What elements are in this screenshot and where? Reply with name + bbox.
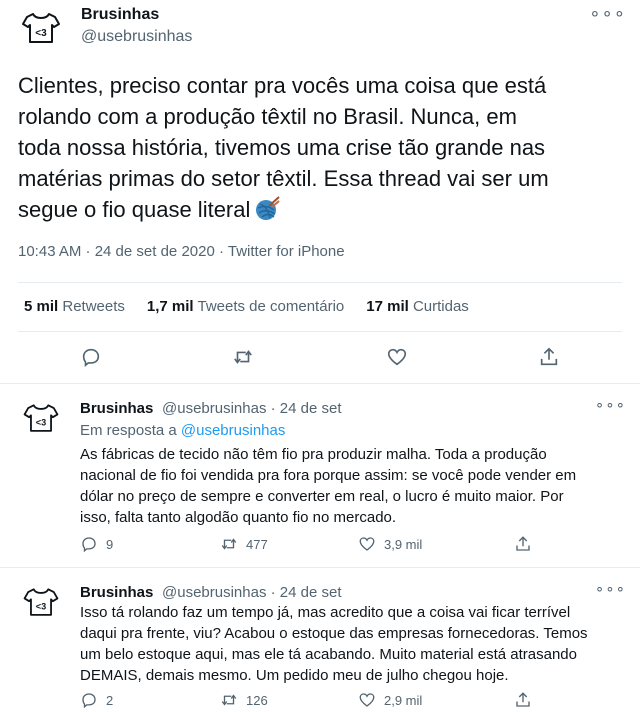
- like-button[interactable]: [386, 346, 408, 368]
- retweet-button[interactable]: 477: [220, 535, 268, 553]
- yarn-emoji: [254, 196, 281, 230]
- tweet-text-line: Clientes, preciso contar pra vocês uma c…: [18, 73, 547, 98]
- share-icon: [538, 346, 560, 368]
- author-handle-date[interactable]: @usebrusinhas · 24 de set: [162, 584, 342, 601]
- like-button[interactable]: 2,9 mil: [358, 691, 422, 709]
- main-tweet: Brusinhas @usebrusinhas ∘∘∘ Clientes, pr…: [0, 0, 640, 384]
- reply-button[interactable]: 9: [80, 535, 113, 553]
- more-icon[interactable]: ∘∘∘: [589, 3, 626, 24]
- share-icon: [514, 535, 532, 553]
- share-button[interactable]: [538, 346, 560, 368]
- share-button[interactable]: [514, 691, 532, 709]
- tweet-text-line: segue o fio quase literal: [18, 197, 251, 222]
- tweet-meta[interactable]: 10:43 AM · 24 de set de 2020 · Twitter f…: [18, 243, 345, 260]
- retweet-button[interactable]: 126: [220, 691, 268, 709]
- share-button[interactable]: [514, 535, 532, 553]
- reply-tweet[interactable]: Brusinhas @usebrusinhas · 24 de set ∘∘∘ …: [0, 384, 640, 568]
- retweets-label: Retweets: [62, 298, 125, 315]
- reply-icon: [80, 535, 98, 553]
- author-handle[interactable]: @usebrusinhas: [81, 28, 192, 46]
- more-icon[interactable]: ∘∘∘: [595, 396, 626, 414]
- retweets-count: 5 mil: [24, 298, 59, 315]
- retweet-icon: [220, 691, 238, 709]
- reply-tweet[interactable]: Brusinhas @usebrusinhas · 24 de set ∘∘∘ …: [0, 568, 640, 712]
- reply-text-line: DEMAIS, demais mesmo. Um pedido meu de j…: [80, 667, 509, 684]
- reply-icon: [80, 691, 98, 709]
- shirt-logo-icon: [20, 582, 62, 624]
- reply-actions: 9 477 3,9 mil: [0, 535, 640, 559]
- tweet-text-line: toda nossa história, tivemos uma crise t…: [18, 135, 546, 160]
- reply-text: Isso tá rolando faz um tempo já, mas acr…: [80, 602, 620, 686]
- retweets-stat[interactable]: 5 mil Retweets: [24, 298, 125, 315]
- reply-text-line: daqui pra frente, viu? Acabou o estoque …: [80, 625, 588, 642]
- like-icon: [358, 691, 376, 709]
- reply-text-line: um belo estoque aqui, mas ele tá acaband…: [80, 646, 577, 663]
- divider: [18, 331, 622, 332]
- reply-to-mention[interactable]: @usebrusinhas: [181, 422, 285, 439]
- share-icon: [514, 691, 532, 709]
- quotes-label: Tweets de comentário: [197, 298, 345, 315]
- author-name[interactable]: Brusinhas: [81, 6, 159, 24]
- retweet-icon: [220, 535, 238, 553]
- reply-button[interactable]: 2: [80, 691, 113, 709]
- retweet-count: 477: [246, 536, 268, 552]
- reply-to-prefix: Em resposta a: [80, 422, 177, 439]
- like-count: 2,9 mil: [384, 692, 423, 708]
- tweet-stats: 5 mil Retweets 1,7 mil Tweets de comentá…: [24, 298, 469, 315]
- reply-to: Em resposta a @usebrusinhas: [80, 422, 285, 439]
- avatar[interactable]: [20, 582, 62, 624]
- reply-text-line: isso, falta tanto algodão quanto fio no …: [80, 509, 397, 526]
- shirt-logo-icon: [20, 398, 62, 440]
- likes-stat[interactable]: 17 mil Curtidas: [366, 298, 469, 315]
- reply-text-line: nacional de fio foi vendida pra fora por…: [80, 467, 577, 484]
- reply-count: 2: [106, 692, 114, 708]
- author-name[interactable]: Brusinhas: [80, 584, 153, 601]
- like-count: 3,9 mil: [384, 536, 423, 552]
- quotes-stat[interactable]: 1,7 mil Tweets de comentário: [147, 298, 344, 315]
- tweet-text-line-last: segue o fio quase literal: [18, 194, 628, 230]
- reply-button[interactable]: [80, 346, 102, 368]
- likes-count: 17 mil: [366, 298, 409, 315]
- retweet-button[interactable]: [232, 346, 254, 368]
- reply-text-line: Isso tá rolando faz um tempo já, mas acr…: [80, 604, 571, 621]
- author-handle-date[interactable]: @usebrusinhas · 24 de set: [162, 400, 342, 417]
- tweet-actions: [0, 340, 640, 376]
- reply-icon: [80, 346, 102, 368]
- divider: [18, 282, 622, 283]
- like-button[interactable]: 3,9 mil: [358, 535, 422, 553]
- author-name[interactable]: Brusinhas: [80, 400, 153, 417]
- more-icon[interactable]: ∘∘∘: [595, 580, 626, 598]
- tweet-text: Clientes, preciso contar pra vocês uma c…: [18, 70, 628, 230]
- avatar[interactable]: [20, 398, 62, 440]
- quotes-count: 1,7 mil: [146, 298, 194, 315]
- like-icon: [386, 346, 408, 368]
- like-icon: [358, 535, 376, 553]
- reply-actions: 2 126 2,9 mil: [0, 691, 640, 712]
- reply-count: 9: [106, 536, 114, 552]
- retweet-count: 126: [246, 692, 268, 708]
- tweet-text-line: matérias primas do setor têxtil. Essa th…: [18, 166, 549, 191]
- retweet-icon: [232, 346, 254, 368]
- tweet-text-line: rolando com a produção têxtil no Brasil.…: [18, 104, 517, 129]
- reply-text: As fábricas de tecido não têm fio pra pr…: [80, 444, 620, 528]
- shirt-logo-icon: [18, 6, 64, 52]
- avatar[interactable]: [18, 6, 64, 52]
- reply-text-line: dólar no preço de sempre e converter em …: [80, 488, 564, 505]
- reply-text-line: As fábricas de tecido não têm fio pra pr…: [80, 446, 547, 463]
- likes-label: Curtidas: [412, 298, 469, 315]
